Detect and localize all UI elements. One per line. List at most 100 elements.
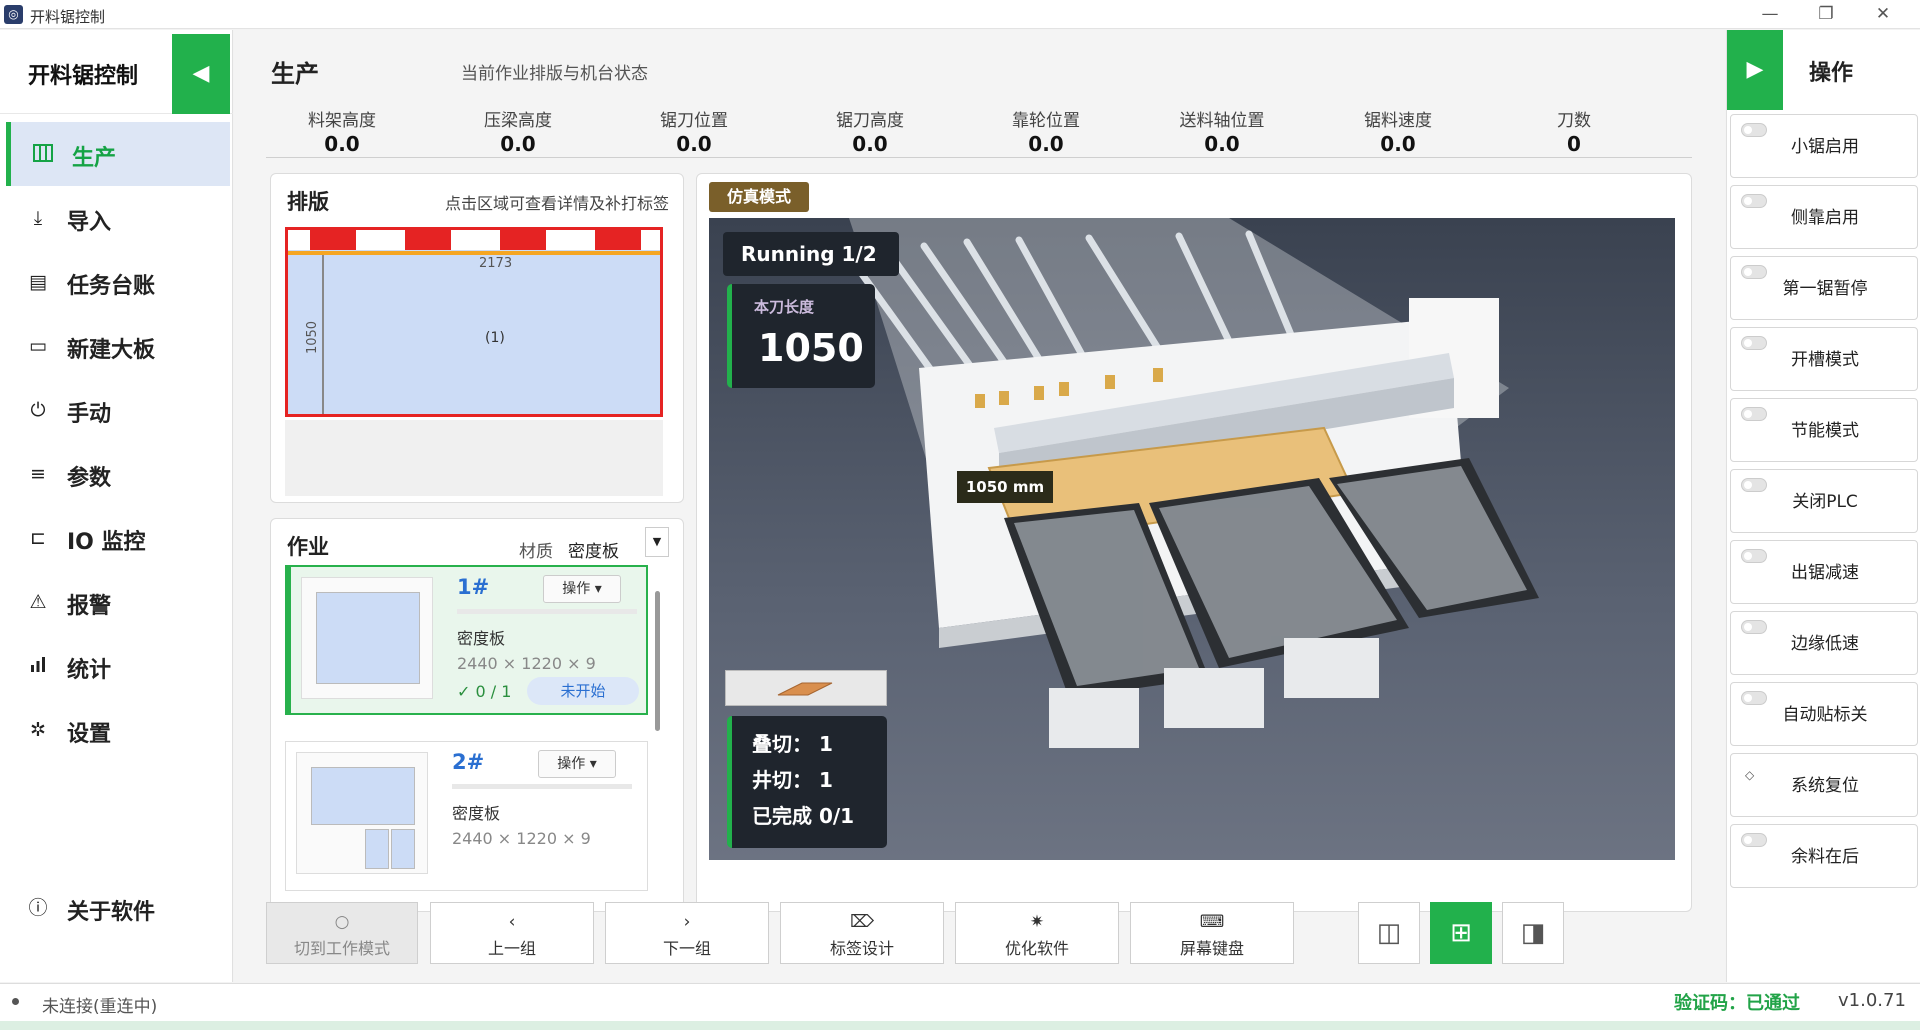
- view-layout-split-button[interactable]: ◨: [1502, 902, 1564, 964]
- button-label: 屏幕键盘: [1179, 939, 1244, 958]
- sidebar-item-production[interactable]: 生产: [6, 122, 230, 186]
- restore-icon[interactable]: ❐: [1803, 0, 1849, 29]
- expand-ops-button[interactable]: ▶: [1727, 30, 1783, 110]
- cut-length-panel: 本刀长度 1050: [727, 284, 875, 388]
- minimize-icon[interactable]: —: [1747, 0, 1793, 29]
- job-number: 1#: [457, 575, 490, 599]
- stat-value: 0.0: [500, 132, 536, 156]
- job-operation-button[interactable]: 操作 ▾: [543, 575, 621, 603]
- running-status: Running 1/2: [723, 232, 899, 276]
- sidebar-item-manual[interactable]: ⏻ 手动: [6, 378, 230, 442]
- op-label: 开槽模式: [1791, 350, 1859, 370]
- optimize-software-button[interactable]: ✷ 优化软件: [955, 902, 1119, 964]
- play-icon: ▶: [1746, 57, 1764, 82]
- toggle-side-align[interactable]: 侧靠启用: [1730, 185, 1918, 249]
- op-label: 出锯减速: [1791, 563, 1859, 583]
- job-size: 2440 × 1220 × 9: [457, 654, 596, 673]
- board-width-dim: 2173: [479, 256, 513, 271]
- monitor-icon: ▭: [29, 335, 47, 357]
- toggle-groove-mode[interactable]: 开槽模式: [1730, 327, 1918, 391]
- screen-keyboard-button[interactable]: ⌨ 屏幕键盘: [1130, 902, 1294, 964]
- completed-count: 已完成 0/1: [752, 804, 855, 828]
- stat-value: 0: [1567, 132, 1581, 156]
- sidebar-item-label: 生产: [72, 146, 117, 171]
- board-height-dim: 1050: [305, 320, 321, 355]
- sidebar-item-stats[interactable]: 统计: [6, 634, 230, 698]
- stat-rack-height: 料架高度 0.0: [254, 106, 430, 156]
- sidebar-item-params[interactable]: ≡ 参数: [6, 442, 230, 506]
- job-progress-bar: [452, 784, 632, 789]
- layout-left-icon: ◫: [1376, 918, 1402, 948]
- bar-chart-icon: [26, 654, 50, 678]
- sidebar-item-label: 导入: [67, 210, 112, 235]
- cut-mark: [500, 230, 546, 250]
- status-bar: 未连接(重连中) 验证码：已通过 v1.0.71: [0, 983, 1920, 1021]
- toggle-first-saw-pause[interactable]: 第一锯暂停: [1730, 256, 1918, 320]
- stat-blade-height: 锯刀高度 0.0: [782, 106, 958, 156]
- job-thumbnail-piece: [391, 829, 415, 869]
- sidebar-item-ledger[interactable]: ▤ 任务台账: [6, 250, 230, 314]
- op-label: 边缘低速: [1791, 634, 1859, 654]
- machine-3d-view[interactable]: Running 1/2 本刀长度 1050 1050 mm 叠切： 1 井切： …: [709, 218, 1675, 860]
- sidebar-item-label: 手动: [67, 402, 112, 427]
- sidebar-item-label: 任务台账: [67, 274, 156, 299]
- label-design-button[interactable]: ⌦ 标签设计: [780, 902, 944, 964]
- toggle-small-saw[interactable]: 小锯启用: [1730, 114, 1918, 178]
- simulation-card: 仿真模式 Running 1/2 本刀长度 1050 1050 mm 叠切： 1…: [696, 173, 1692, 912]
- layout-split-icon: ◨: [1520, 918, 1546, 948]
- keyboard-icon: ⌨: [1199, 912, 1225, 932]
- sidebar-brand: 开料锯控制 ◀: [0, 30, 233, 114]
- close-icon[interactable]: ✕: [1860, 0, 1906, 29]
- system-reset-button[interactable]: ◇ 系统复位: [1730, 753, 1918, 817]
- sidebar-item-new-board[interactable]: ▭ 新建大板: [6, 314, 230, 378]
- switch-work-mode-button[interactable]: ○ 切到工作模式: [266, 902, 418, 964]
- job-operation-button[interactable]: 操作 ▾: [538, 750, 616, 778]
- sparkle-icon: ✷: [1029, 912, 1045, 932]
- stat-label: 送料轴位置: [1179, 111, 1265, 131]
- toggle-edge-low-speed[interactable]: 边缘低速: [1730, 611, 1918, 675]
- sidebar-item-about[interactable]: ⓘ 关于软件: [6, 876, 230, 940]
- job-item[interactable]: 1# 操作 ▾ 密度板 2440 × 1220 × 9 ✓ 0 / 1 未开始: [285, 565, 648, 715]
- op-label: 余料在后: [1791, 847, 1859, 867]
- toggle-remnant-last[interactable]: 余料在后: [1730, 824, 1918, 888]
- toggle-exit-decel[interactable]: 出锯减速: [1730, 540, 1918, 604]
- view-layout-left-button[interactable]: ◫: [1358, 902, 1420, 964]
- material-dropdown[interactable]: ▼: [645, 527, 669, 557]
- next-group-button[interactable]: › 下一组: [605, 902, 769, 964]
- stat-label: 靠轮位置: [1012, 111, 1080, 131]
- toggle-auto-labeling[interactable]: 自动贴标关: [1730, 682, 1918, 746]
- sidebar-item-label: 设置: [67, 722, 112, 747]
- sidebar-item-settings[interactable]: ✲ 设置: [6, 698, 230, 762]
- window-title: 开料锯控制: [30, 8, 106, 26]
- op-label: 系统复位: [1791, 776, 1859, 796]
- warning-icon: ⚠: [29, 591, 47, 613]
- sidebar-item-import[interactable]: ⤓ 导入: [6, 186, 230, 250]
- collapse-sidebar-button[interactable]: ◀: [172, 34, 230, 114]
- job-item[interactable]: 2# 操作 ▾ 密度板 2440 × 1220 × 9: [285, 741, 648, 891]
- button-label: 下一组: [662, 939, 711, 958]
- sidebar-item-label: IO 监控: [67, 530, 146, 555]
- divider: [266, 157, 1692, 158]
- stat-label: 刀数: [1557, 111, 1591, 131]
- stat-label: 锯料速度: [1364, 111, 1432, 131]
- stat-value: 0.0: [1380, 132, 1416, 156]
- prev-group-button[interactable]: ‹ 上一组: [430, 902, 594, 964]
- job-progress: ✓ 0 / 1: [457, 682, 512, 701]
- toggle-close-plc[interactable]: 关闭PLC: [1730, 469, 1918, 533]
- stat-roller-position: 靠轮位置 0.0: [958, 106, 1134, 156]
- toggle-energy-saving[interactable]: 节能模式: [1730, 398, 1918, 462]
- stack-cut-count: 叠切： 1: [752, 732, 833, 756]
- board-layout-preview[interactable]: 2173 1050 (1): [285, 227, 663, 417]
- material-label: 材质: [519, 542, 553, 562]
- jobs-scrollbar[interactable]: [655, 591, 660, 731]
- dimension-label: 1050 mm: [957, 471, 1053, 503]
- ops-title: 操作: [1809, 61, 1854, 86]
- version-label: v1.0.71: [1838, 990, 1906, 1011]
- sidebar-item-io-monitor[interactable]: ⊏ IO 监控: [6, 506, 230, 570]
- job-number: 2#: [452, 750, 485, 774]
- view-layout-grid-button[interactable]: ⊞: [1430, 902, 1492, 964]
- info-icon: ⓘ: [28, 897, 48, 919]
- sidebar-item-alarm[interactable]: ⚠ 报警: [6, 570, 230, 634]
- triangle-left-icon: ◀: [192, 61, 210, 86]
- op-label: 侧靠启用: [1791, 208, 1859, 228]
